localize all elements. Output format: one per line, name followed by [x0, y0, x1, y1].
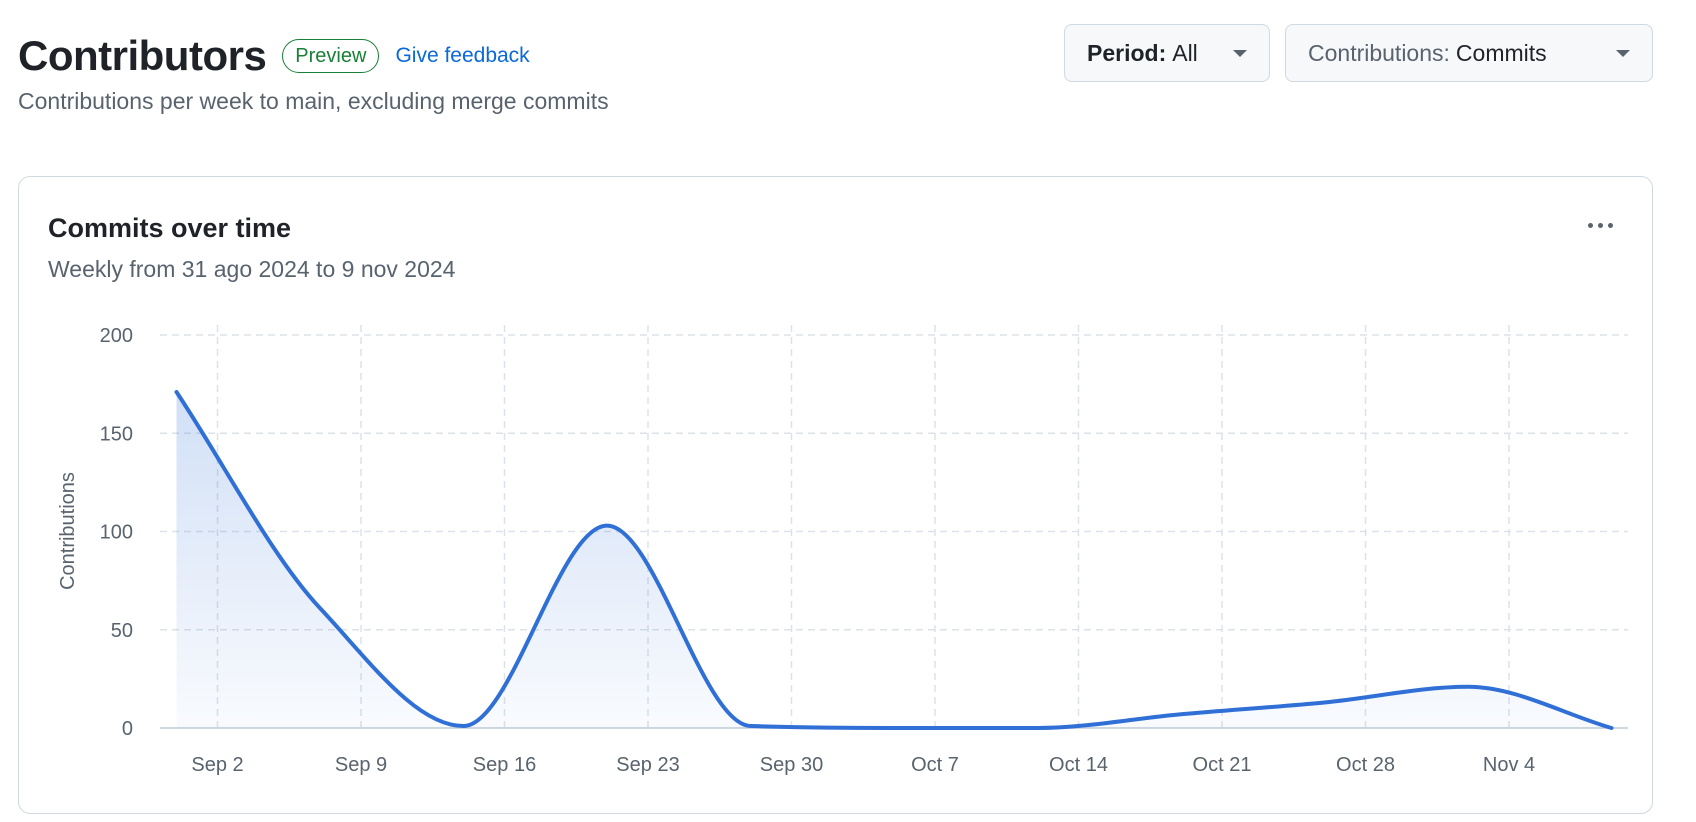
y-tick-label: 0 [122, 718, 133, 740]
data-point [1465, 684, 1471, 690]
y-tick-label: 100 [100, 522, 133, 544]
data-point [317, 605, 323, 611]
x-tick-label: Nov 4 [1483, 754, 1535, 776]
series-line [174, 389, 1614, 731]
x-tick-label: Oct 28 [1336, 754, 1395, 776]
y-axis-title: Contributions [57, 472, 79, 590]
y-tick-label: 200 [100, 325, 133, 347]
x-tick-label: Sep 16 [473, 754, 536, 776]
series-area [176, 391, 1612, 728]
data-point [461, 723, 467, 729]
data-point [891, 725, 897, 731]
x-tick-label: Sep 2 [191, 754, 243, 776]
x-tick-label: Sep 30 [760, 754, 823, 776]
data-point [748, 723, 754, 729]
x-tick-label: Oct 7 [911, 754, 959, 776]
data-point [1609, 725, 1615, 731]
x-tick-label: Oct 21 [1193, 754, 1252, 776]
data-point [174, 389, 180, 395]
x-tick-label: Oct 14 [1049, 754, 1108, 776]
x-tick-label: Sep 9 [335, 754, 387, 776]
data-point [1035, 725, 1041, 731]
y-tick-label: 50 [111, 620, 133, 642]
commits-chart: 0 50 100 150 200 Sep 2 Sep 9 Sep 16 Sep 23 Sep 30… [57, 325, 1628, 776]
x-tick-label: Sep 23 [616, 754, 679, 776]
y-tick-label: 150 [100, 423, 133, 445]
data-point [1178, 711, 1184, 717]
data-point [1322, 699, 1328, 705]
data-point [604, 523, 610, 529]
